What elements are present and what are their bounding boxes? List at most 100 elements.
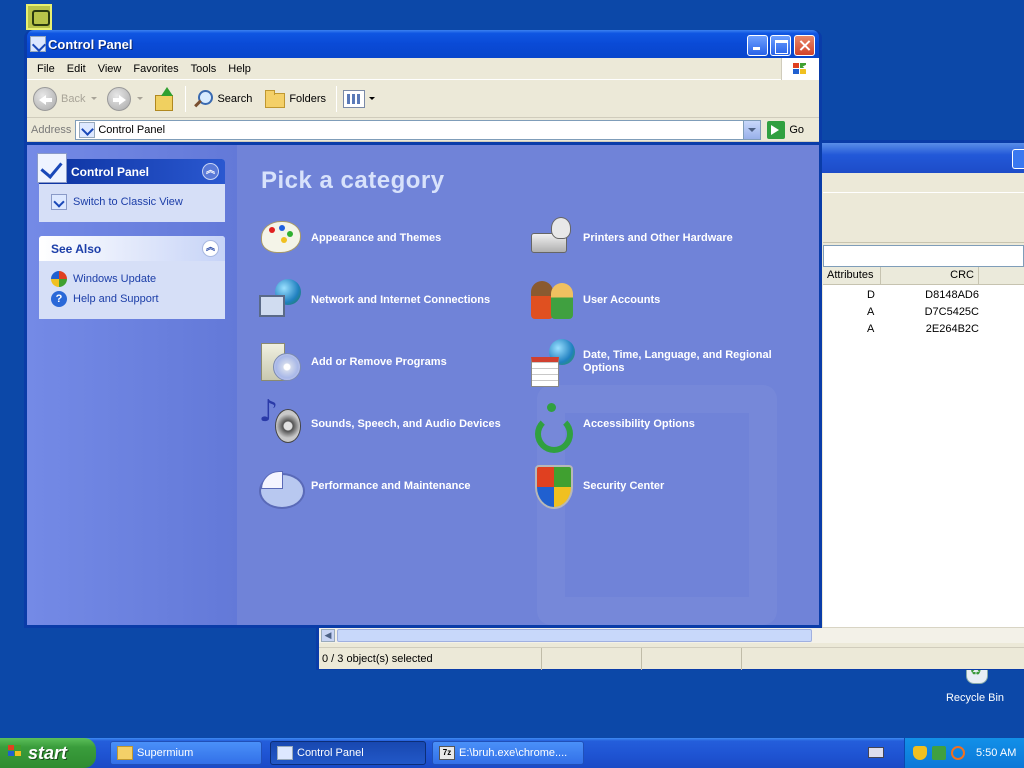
search-label: Search bbox=[217, 92, 253, 105]
category-view: Pick a category Appearance and Themes Ne… bbox=[237, 145, 819, 625]
windows-update-icon bbox=[51, 271, 67, 287]
category-label: Add or Remove Programs bbox=[311, 355, 447, 368]
file-list-header: Attributes CRC bbox=[823, 267, 1024, 285]
security-icon bbox=[529, 463, 575, 509]
folder-icon bbox=[117, 746, 133, 760]
category-add-or-remove-programs[interactable]: Add or Remove Programs bbox=[257, 339, 521, 385]
magnifier-icon[interactable] bbox=[951, 746, 965, 760]
close-button[interactable] bbox=[794, 35, 815, 56]
taskbar-button-control-panel[interactable]: Control Panel bbox=[270, 741, 426, 765]
file-list[interactable]: Attributes CRC D D8148AD6 A D7C5425C A 2… bbox=[823, 267, 1024, 627]
help-icon: ? bbox=[51, 291, 67, 307]
control-panel-window[interactable]: Control Panel File Edit View Favorites T… bbox=[24, 30, 822, 628]
menu-view[interactable]: View bbox=[92, 63, 128, 75]
switch-to-classic-view-link[interactable]: Switch to Classic View bbox=[51, 192, 215, 212]
folders-label: Folders bbox=[289, 92, 327, 105]
toolbar: Back Search Folders bbox=[27, 80, 819, 118]
recycle-bin-label: Recycle Bin bbox=[945, 692, 1005, 704]
titlebar[interactable]: Control Panel bbox=[27, 30, 819, 58]
table-row[interactable]: D D8148AD6 bbox=[823, 287, 1024, 304]
background-window-toolbar bbox=[823, 193, 1024, 243]
windows-update-link[interactable]: Windows Update bbox=[51, 269, 215, 289]
control-panel-section-body: Switch to Classic View bbox=[39, 184, 225, 222]
desktop-shortcut-icon[interactable] bbox=[26, 4, 52, 30]
row-attributes: A bbox=[867, 306, 875, 318]
help-and-support-link[interactable]: ? Help and Support bbox=[51, 289, 215, 309]
menu-tools[interactable]: Tools bbox=[185, 63, 223, 75]
go-button[interactable]: Go bbox=[767, 120, 805, 139]
start-label: start bbox=[28, 742, 68, 763]
7zip-icon: 7z bbox=[439, 746, 455, 760]
views-button[interactable] bbox=[343, 84, 376, 114]
category-label: Network and Internet Connections bbox=[311, 293, 491, 306]
back-dropdown-icon[interactable] bbox=[91, 97, 98, 100]
horizontal-scrollbar[interactable]: ◀ bbox=[319, 627, 1024, 643]
see-also-section-header[interactable]: See Also ︽ bbox=[39, 236, 225, 261]
background-window-minimize-button[interactable] bbox=[1012, 149, 1024, 169]
recycle-bin[interactable]: Recycle Bin bbox=[940, 664, 1010, 704]
taskbar-button-archive[interactable]: 7z E:\bruh.exe\chrome.... bbox=[432, 741, 584, 765]
address-label: Address bbox=[31, 123, 72, 136]
category-security-center[interactable]: Security Center bbox=[529, 463, 793, 509]
category-performance-and-maintenance[interactable]: Performance and Maintenance bbox=[257, 463, 521, 509]
menu-favorites[interactable]: Favorites bbox=[127, 63, 184, 75]
go-label: Go bbox=[789, 123, 805, 136]
scroll-thumb[interactable] bbox=[337, 629, 812, 642]
category-date-time-language-regional[interactable]: Date, Time, Language, and Regional Optio… bbox=[529, 339, 793, 387]
clock[interactable]: 5:50 AM bbox=[976, 747, 1016, 759]
folders-icon bbox=[264, 89, 286, 109]
collapse-chevron-icon[interactable]: ︽ bbox=[202, 163, 219, 180]
start-button[interactable]: start bbox=[0, 738, 96, 768]
column-header-attributes[interactable]: Attributes bbox=[823, 267, 881, 284]
scroll-left-button[interactable]: ◀ bbox=[321, 629, 335, 642]
category-sounds-speech-audio[interactable]: Sounds, Speech, and Audio Devices bbox=[257, 401, 521, 447]
folders-button[interactable]: Folders bbox=[264, 84, 326, 114]
category-appearance-and-themes[interactable]: Appearance and Themes bbox=[257, 215, 521, 261]
category-accessibility-options[interactable]: Accessibility Options bbox=[529, 401, 793, 453]
search-button[interactable]: Search bbox=[192, 84, 252, 114]
taskbar-button-supermium[interactable]: Supermium bbox=[110, 741, 262, 765]
column-header-crc[interactable]: CRC bbox=[881, 267, 979, 284]
see-also-section-body: Windows Update ? Help and Support bbox=[39, 261, 225, 319]
minimize-button[interactable] bbox=[747, 35, 768, 56]
table-row[interactable]: A D7C5425C bbox=[823, 304, 1024, 321]
back-label: Back bbox=[61, 92, 86, 105]
task-pane: Control Panel ︽ Switch to Classic View S… bbox=[27, 145, 237, 625]
menu-file[interactable]: File bbox=[31, 63, 61, 75]
control-panel-section-header[interactable]: Control Panel ︽ bbox=[37, 153, 225, 184]
network-icon[interactable] bbox=[932, 746, 946, 760]
forward-button[interactable] bbox=[107, 84, 149, 114]
category-network-and-internet[interactable]: Network and Internet Connections bbox=[257, 277, 521, 323]
link-label: Switch to Classic View bbox=[73, 196, 183, 208]
address-value[interactable]: Control Panel bbox=[98, 124, 165, 136]
toolbar-separator bbox=[336, 85, 338, 112]
menu-help[interactable]: Help bbox=[222, 63, 257, 75]
security-shield-icon[interactable] bbox=[913, 746, 927, 760]
status-text: 0 / 3 object(s) selected bbox=[322, 648, 542, 670]
datetime-icon bbox=[529, 339, 575, 387]
page-title: Pick a category bbox=[261, 167, 445, 194]
forward-dropdown-icon[interactable] bbox=[137, 97, 144, 100]
accessibility-icon bbox=[529, 401, 575, 453]
menu-edit[interactable]: Edit bbox=[61, 63, 92, 75]
keyboard-icon[interactable] bbox=[868, 747, 884, 758]
windows-logo-icon bbox=[8, 745, 24, 760]
maximize-button[interactable] bbox=[770, 35, 791, 56]
views-icon bbox=[343, 89, 366, 108]
collapse-chevron-icon[interactable]: ︽ bbox=[202, 240, 219, 257]
background-window-address-field[interactable] bbox=[823, 245, 1024, 267]
back-button[interactable]: Back bbox=[33, 84, 103, 114]
table-row[interactable]: A 2E264B2C bbox=[823, 321, 1024, 338]
up-button[interactable] bbox=[153, 84, 175, 114]
category-user-accounts[interactable]: User Accounts bbox=[529, 277, 793, 323]
forward-arrow-icon bbox=[107, 86, 132, 111]
background-window-menubar bbox=[823, 175, 1024, 193]
row-crc: D8148AD6 bbox=[925, 289, 979, 301]
category-printers-and-hardware[interactable]: Printers and Other Hardware bbox=[529, 215, 793, 261]
see-also-section: See Also ︽ Windows Update ? Help and Sup… bbox=[39, 236, 225, 319]
row-attributes: D bbox=[867, 289, 875, 301]
window-content: Control Panel ︽ Switch to Classic View S… bbox=[27, 145, 819, 625]
users-icon bbox=[529, 277, 575, 323]
address-dropdown-button[interactable] bbox=[743, 120, 761, 139]
address-field[interactable]: Control Panel bbox=[75, 119, 762, 140]
